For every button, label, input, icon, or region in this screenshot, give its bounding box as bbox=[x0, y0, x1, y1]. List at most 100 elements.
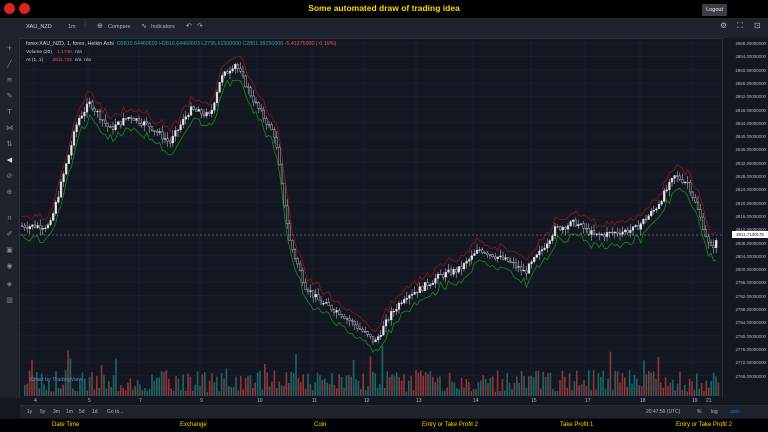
candle bbox=[80, 115, 83, 119]
volume-bar bbox=[415, 370, 417, 396]
volume-bar bbox=[688, 378, 691, 396]
compare-button[interactable]: Compare bbox=[108, 24, 131, 30]
candle bbox=[517, 266, 520, 268]
stay-drawing-icon[interactable]: ✐ bbox=[5, 230, 14, 238]
candle bbox=[205, 112, 208, 117]
undo-icon[interactable]: ↶ bbox=[186, 22, 192, 30]
indicators-button[interactable]: Indicators bbox=[151, 24, 175, 30]
magnet-icon[interactable]: ∩ bbox=[5, 214, 14, 222]
volume-bar bbox=[127, 382, 129, 396]
candle bbox=[169, 140, 172, 144]
candle bbox=[494, 256, 497, 259]
candle bbox=[540, 249, 544, 252]
candle bbox=[184, 116, 187, 120]
candle bbox=[140, 123, 143, 126]
legend-close: C2801.99250000 bbox=[242, 41, 284, 47]
layers-icon[interactable]: ◈ bbox=[5, 280, 14, 288]
text-icon[interactable]: T bbox=[5, 108, 14, 116]
legend-symbol-label[interactable]: forex:XAU_NZD, 1, forex, Heikin Ashi bbox=[26, 41, 114, 47]
candle bbox=[78, 117, 81, 126]
range-5y[interactable]: 5y bbox=[40, 409, 45, 415]
goto-date-button[interactable]: Go to... bbox=[107, 409, 123, 415]
lock-icon[interactable]: ▣ bbox=[5, 246, 14, 254]
volume-bar bbox=[340, 376, 343, 396]
fullscreen-icon[interactable]: ⛶ bbox=[737, 21, 743, 31]
candle bbox=[595, 233, 598, 235]
volume-bar bbox=[312, 390, 314, 396]
volume-label[interactable]: Volume (20) bbox=[26, 50, 52, 55]
volume-bar bbox=[640, 385, 643, 396]
tradingview-watermark[interactable]: Chart by TradingView bbox=[30, 377, 82, 383]
camera-icon[interactable]: ⊡ bbox=[754, 21, 761, 30]
volume-bar bbox=[441, 391, 444, 396]
percent-toggle[interactable]: % bbox=[697, 409, 701, 415]
footer-exchange: Exchange bbox=[180, 422, 207, 428]
range-1m[interactable]: 1m bbox=[66, 409, 73, 415]
candle-style-icon[interactable]: ⫶ bbox=[84, 22, 86, 30]
candle bbox=[655, 208, 658, 211]
back-arrow-icon[interactable]: ◀ bbox=[5, 156, 14, 164]
symbol-search[interactable]: XAU_NZD bbox=[26, 24, 52, 30]
volume-bar bbox=[321, 380, 324, 396]
candle bbox=[483, 252, 486, 254]
brush-icon[interactable]: ✎ bbox=[5, 92, 14, 100]
redo-icon[interactable]: ↷ bbox=[197, 22, 203, 30]
prediction-icon[interactable]: ⇅ bbox=[5, 140, 14, 148]
volume-bar bbox=[580, 384, 583, 396]
range-1d[interactable]: 1d bbox=[92, 409, 98, 415]
crosshair-icon[interactable]: + bbox=[5, 44, 14, 52]
pitchfork-icon[interactable]: ≋ bbox=[5, 76, 14, 84]
candle bbox=[683, 181, 687, 184]
volume-bar bbox=[516, 376, 518, 396]
candle bbox=[293, 249, 297, 259]
volume-bar bbox=[45, 389, 48, 396]
auto-toggle[interactable]: auto bbox=[730, 409, 740, 415]
volume-bar bbox=[91, 372, 93, 396]
measure-icon[interactable]: ⊘ bbox=[5, 172, 14, 180]
candle bbox=[192, 106, 195, 110]
compare-icon[interactable]: ⊕ bbox=[97, 22, 103, 30]
candle bbox=[491, 254, 494, 258]
volume-bar bbox=[703, 390, 705, 396]
candle bbox=[200, 109, 203, 115]
volume-bar bbox=[412, 390, 415, 396]
candle bbox=[689, 182, 692, 193]
volume-bar bbox=[684, 384, 686, 396]
interval-select[interactable]: 1m bbox=[68, 24, 76, 30]
price-axis[interactable]: 2868.00000000 2864.00000000 2860.00000000 2… bbox=[722, 38, 768, 398]
candle bbox=[114, 124, 117, 130]
volume-bar bbox=[489, 378, 492, 396]
volume-bar bbox=[568, 373, 571, 396]
log-toggle[interactable]: log bbox=[711, 409, 718, 415]
candle bbox=[122, 118, 125, 126]
price-chart[interactable] bbox=[20, 38, 722, 398]
range-3m[interactable]: 3m bbox=[53, 409, 60, 415]
trend-line-icon[interactable]: ╱ bbox=[5, 60, 14, 68]
volume-bar bbox=[43, 384, 45, 396]
range-1y[interactable]: 1y bbox=[27, 409, 32, 415]
volume-bar bbox=[475, 389, 477, 396]
hide-icon[interactable]: ◉ bbox=[5, 262, 14, 270]
candle bbox=[127, 116, 130, 120]
volume-bar bbox=[343, 387, 345, 396]
volume-bar bbox=[482, 375, 484, 396]
candle bbox=[322, 303, 325, 305]
volume-bar bbox=[244, 377, 247, 396]
candle bbox=[629, 229, 632, 233]
settings-icon[interactable]: ⚙ bbox=[720, 21, 727, 30]
ai-label[interactable]: AI (1, 1) bbox=[26, 58, 43, 63]
logout-button[interactable]: Logout bbox=[702, 4, 727, 16]
candle bbox=[400, 302, 403, 304]
trash-icon[interactable]: ▥ bbox=[5, 296, 14, 304]
volume-bar bbox=[256, 372, 259, 396]
volume-bar bbox=[583, 380, 585, 396]
candle bbox=[343, 315, 346, 319]
zoom-icon[interactable]: ⊕ bbox=[5, 188, 14, 196]
indicators-icon[interactable]: ∿ bbox=[141, 22, 147, 30]
pattern-icon[interactable]: ⋈ bbox=[5, 124, 14, 132]
candle bbox=[462, 263, 466, 270]
candle bbox=[369, 334, 372, 337]
range-5d[interactable]: 5d bbox=[79, 409, 85, 415]
volume-bar bbox=[201, 374, 204, 396]
candle bbox=[338, 310, 341, 315]
